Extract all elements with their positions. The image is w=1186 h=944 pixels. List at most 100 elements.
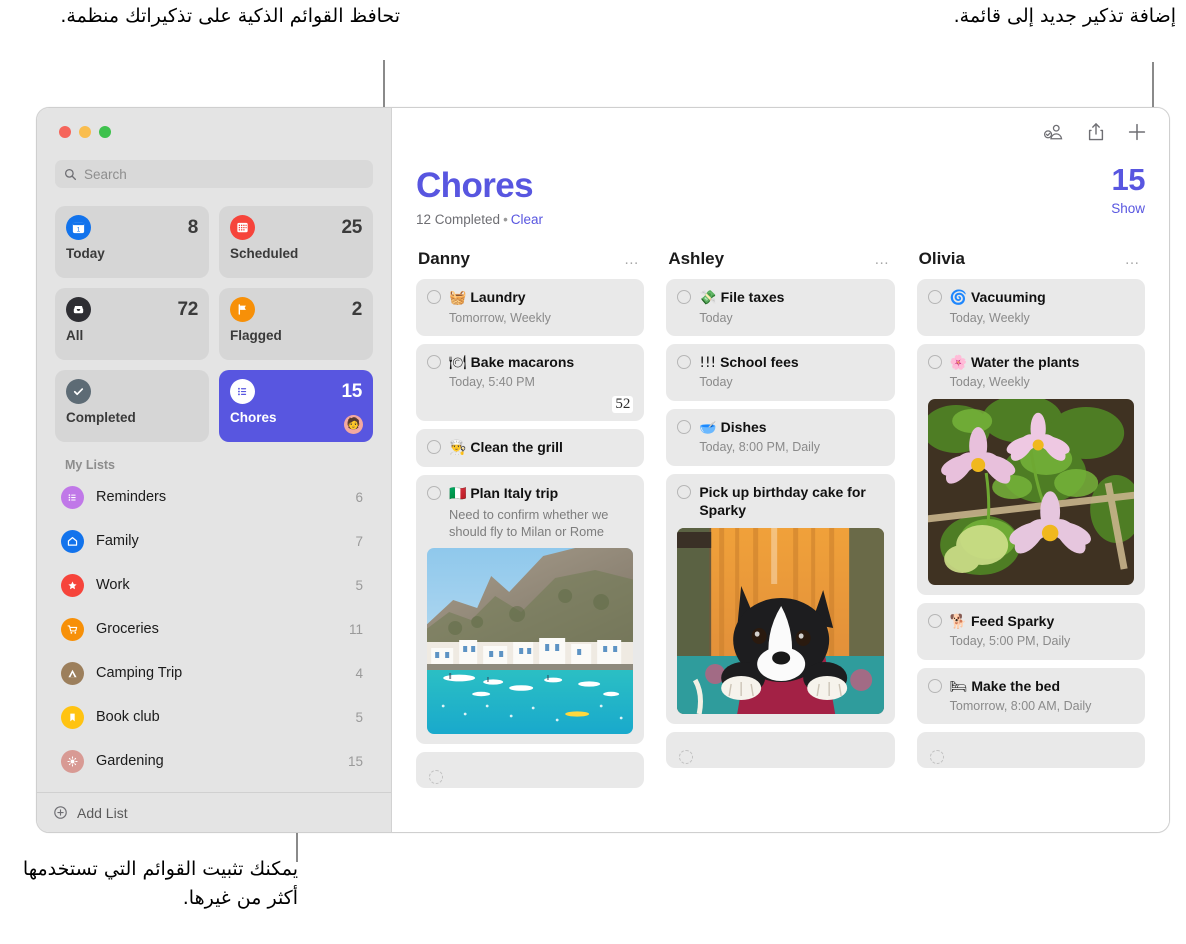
column-title: Ashley (668, 249, 724, 269)
checkmark-icon (66, 379, 91, 404)
complete-circle-icon[interactable] (928, 290, 942, 304)
reminder-card[interactable]: 👨‍🍳 Clean the grill (416, 429, 644, 468)
complete-circle-icon[interactable] (677, 355, 691, 369)
close-button[interactable] (59, 126, 71, 138)
reminder-card[interactable]: 🌀 Vacuuming Today, Weekly (917, 279, 1145, 336)
sidebar-item-camping-trip[interactable]: Camping Trip 4 (51, 651, 377, 695)
column-menu-button[interactable]: … (624, 252, 641, 267)
reminder-emoji: 💸 (699, 290, 716, 306)
sidebar-tile-flagged[interactable]: 2 Flagged (219, 288, 373, 360)
sidebar-tile-today[interactable]: 1 8 Today (55, 206, 209, 278)
reminder-card-empty[interactable] (416, 752, 644, 788)
sidebar-item-gardening[interactable]: Gardening 15 (51, 739, 377, 783)
sidebar-item-groceries[interactable]: Groceries 11 (51, 607, 377, 651)
reminder-image-pink-cosmos-flowers[interactable] (928, 399, 1134, 585)
column-menu-button[interactable]: … (874, 252, 891, 267)
minimize-button[interactable] (79, 126, 91, 138)
list-bullet-icon (230, 379, 255, 404)
reminder-title: Water the plants (971, 354, 1079, 370)
reminder-card-empty[interactable] (666, 732, 894, 768)
reminder-title: Vacuuming (971, 289, 1046, 305)
complete-circle-icon[interactable] (429, 770, 443, 784)
reminder-title: School fees (720, 354, 799, 370)
complete-circle-icon[interactable] (928, 614, 942, 628)
search-placeholder: Search (84, 167, 127, 182)
reminder-emoji: 🌸 (950, 355, 967, 371)
complete-circle-icon[interactable] (677, 420, 691, 434)
tile-label: All (66, 328, 198, 343)
zoom-button[interactable] (99, 126, 111, 138)
separator-dot: • (500, 212, 511, 227)
sidebar-tile-chores[interactable]: 15 Chores 🧑 (219, 370, 373, 442)
complete-circle-icon[interactable] (928, 355, 942, 369)
complete-circle-icon[interactable] (679, 750, 693, 764)
list-count: 7 (355, 534, 363, 549)
avatar: 🧑 (344, 415, 363, 434)
reminder-emoji: 🧺 (449, 290, 466, 306)
sidebar-tile-all[interactable]: 72 All (55, 288, 209, 360)
reminder-image-boston-terrier-dog[interactable] (677, 528, 883, 714)
reminder-title: Bake macarons (471, 354, 575, 370)
sidebar-item-book-club[interactable]: Book club 5 (51, 695, 377, 739)
sidebar-tile-completed[interactable]: Completed (55, 370, 209, 442)
complete-circle-icon[interactable] (427, 290, 441, 304)
clear-button[interactable]: Clear (511, 212, 543, 227)
reminder-card[interactable]: 🥣 Dishes Today, 8:00 PM, Daily (666, 409, 894, 466)
reminder-card[interactable]: 🇮🇹 Plan Italy trip Need to confirm wheth… (416, 475, 644, 744)
reminder-emoji: 🛏 (950, 679, 968, 695)
tile-label: Completed (66, 410, 198, 425)
search-icon (64, 168, 77, 181)
sidebar: Search 1 8 Today (37, 108, 392, 832)
list-name: Reminders (96, 489, 343, 505)
reminder-priority-flags: !!! (699, 355, 716, 371)
reminder-card[interactable]: 💸 File taxes Today (666, 279, 894, 336)
main-content: Chores 12 Completed•Clear 15 Show Danny … (392, 108, 1169, 832)
search-input[interactable]: Search (55, 160, 373, 188)
tile-count: 15 (341, 381, 362, 403)
sidebar-item-reminders[interactable]: Reminders 6 (51, 475, 377, 519)
add-list-label: Add List (77, 805, 128, 821)
reminder-title: File taxes (721, 289, 785, 305)
reminder-subtitle: Today, 8:00 PM, Daily (699, 439, 883, 455)
plus-circle-icon (53, 805, 68, 820)
reminder-image-italy-coastal-town[interactable] (427, 548, 633, 734)
list-name: Gardening (96, 753, 336, 769)
column-olivia: Olivia … 🌀 Vacuuming Today, Weekly (917, 249, 1145, 796)
reminder-title: Plan Italy trip (470, 485, 558, 501)
complete-circle-icon[interactable] (677, 485, 691, 499)
complete-circle-icon[interactable] (677, 290, 691, 304)
complete-circle-icon[interactable] (928, 679, 942, 693)
add-list-button[interactable]: Add List (37, 792, 391, 832)
sidebar-item-family[interactable]: Family 7 (51, 519, 377, 563)
bookmark-icon (61, 706, 84, 729)
reminder-card[interactable]: 🐕 Feed Sparky Today, 5:00 PM, Daily (917, 603, 1145, 660)
reminder-subtitle: Today, Weekly (950, 310, 1134, 326)
reminder-card[interactable]: 🛏 Make the bed Tomorrow, 8:00 AM, Daily (917, 668, 1145, 725)
complete-circle-icon[interactable] (930, 750, 944, 764)
tile-count: 25 (341, 217, 362, 239)
reminder-subtitle: Today, 5:40 PM (449, 374, 633, 390)
show-button[interactable]: Show (1111, 201, 1145, 216)
column-menu-button[interactable]: … (1124, 252, 1141, 267)
complete-circle-icon[interactable] (427, 355, 441, 369)
reminder-subtitle: Today, 5:00 PM, Daily (950, 633, 1134, 649)
column-danny: Danny … 🧺 Laundry Tomorrow, Weekly (416, 249, 644, 796)
column-ashley: Ashley … 💸 File taxes Today !!! (666, 249, 894, 796)
complete-circle-icon[interactable] (427, 486, 441, 500)
my-lists: Reminders 6 Family 7 Work 5 (37, 475, 391, 792)
reminder-card[interactable]: 🌸 Water the plants Today, Weekly (917, 344, 1145, 595)
complete-circle-icon[interactable] (427, 440, 441, 454)
reminder-card[interactable]: Pick up birthday cake for Sparky (666, 474, 894, 724)
reminder-card[interactable]: !!! School fees Today (666, 344, 894, 401)
sidebar-item-work[interactable]: Work 5 (51, 563, 377, 607)
reminder-card[interactable]: 🧺 Laundry Tomorrow, Weekly (416, 279, 644, 336)
reminder-emoji: 🐕 (950, 614, 967, 630)
reminder-card[interactable]: 🍽 Bake macarons Today, 5:40 PM 52 (416, 344, 644, 421)
reminder-subtitle: Today (699, 310, 883, 326)
list-count: 5 (355, 710, 363, 725)
annotation-pin-lists: يمكنك تثبيت القوائم التي تستخدمها أكثر م… (2, 855, 298, 914)
list-count: 15 (348, 754, 363, 769)
reminder-card-empty[interactable] (917, 732, 1145, 768)
sun-icon (61, 750, 84, 773)
sidebar-tile-scheduled[interactable]: 25 Scheduled (219, 206, 373, 278)
